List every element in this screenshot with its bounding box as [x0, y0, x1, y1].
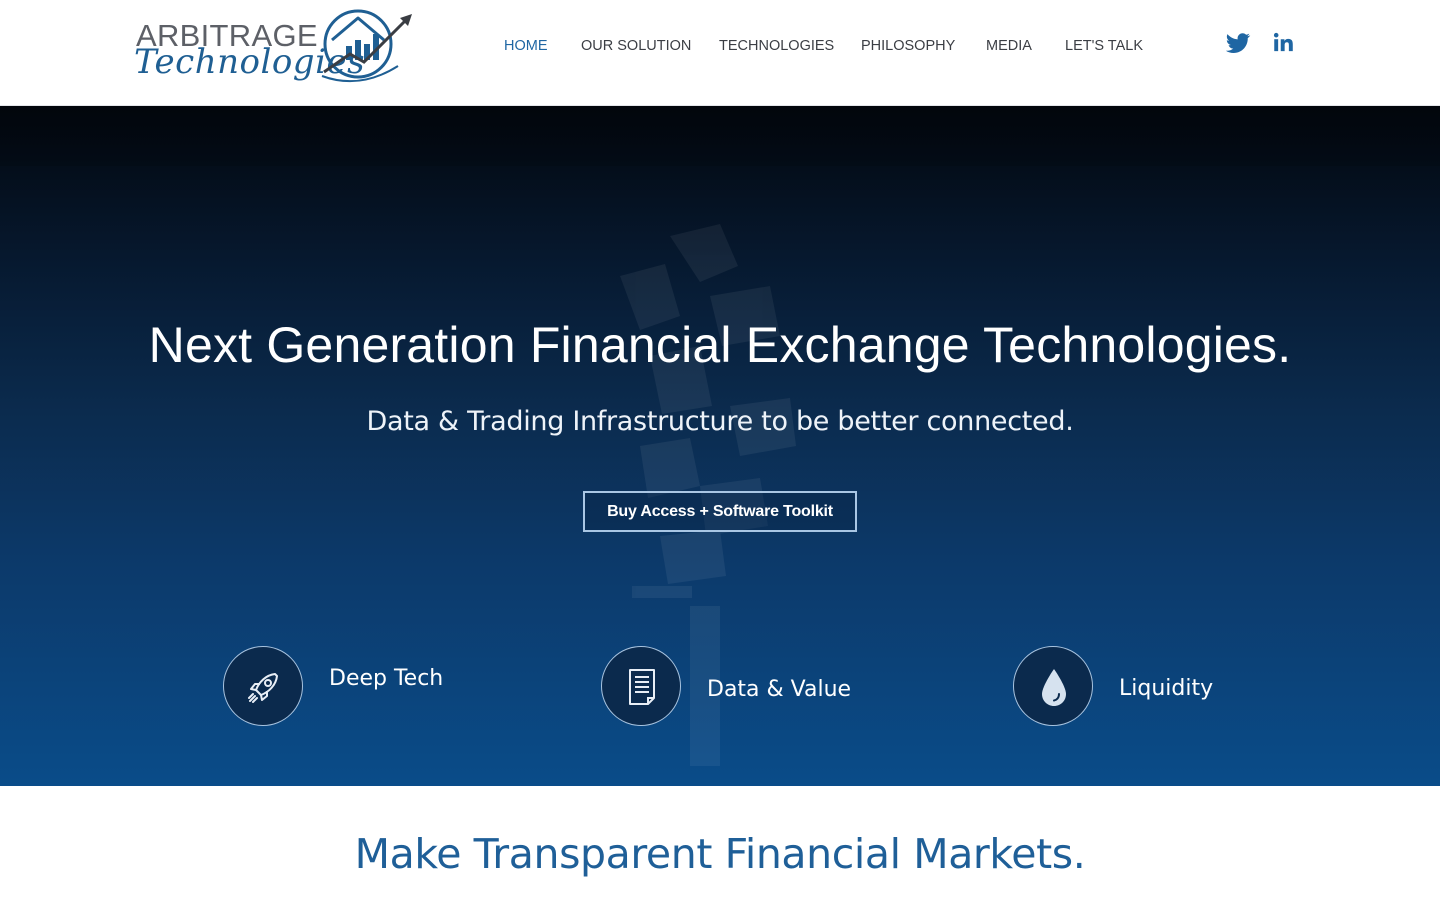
nav-technologies[interactable]: TECHNOLOGIES — [719, 38, 834, 54]
feature-label: Deep Tech — [329, 666, 444, 691]
section-title: Make Transparent Financial Markets. — [354, 830, 1086, 878]
nav-home[interactable]: HOME — [504, 38, 548, 54]
nav-our-solution[interactable]: OUR SOLUTION — [581, 38, 691, 54]
hero-subtitle: Data & Trading Infrastructure to be bett… — [366, 406, 1074, 437]
linkedin-icon[interactable] — [1271, 30, 1297, 56]
house-chart-arrow-icon — [321, 9, 412, 83]
buy-access-button[interactable]: Buy Access + Software Toolkit — [583, 491, 857, 532]
feature-deep-tech: Deep Tech — [223, 646, 483, 726]
feature-label: Liquidity — [1119, 676, 1214, 701]
hero-title: Next Generation Financial Exchange Techn… — [148, 317, 1292, 373]
rocket-icon — [248, 673, 278, 703]
hero-section: Next Generation Financial Exchange Techn… — [0, 106, 1440, 786]
feature-data-value: Data & Value — [601, 646, 861, 726]
nav-lets-talk[interactable]: LET'S TALK — [1065, 38, 1143, 54]
feature-icon-circle — [1013, 646, 1093, 726]
feature-icon-circle — [601, 646, 681, 726]
feature-label: Data & Value — [707, 677, 852, 702]
nav-philosophy[interactable]: PHILOSOPHY — [861, 38, 955, 54]
water-drop-icon — [1042, 669, 1066, 706]
feature-liquidity: Liquidity — [1013, 646, 1273, 726]
nav-media[interactable]: MEDIA — [986, 38, 1032, 54]
twitter-icon[interactable] — [1225, 30, 1251, 56]
brand-logo[interactable]: ARBITRAGE Technologies — [134, 6, 424, 98]
feature-icon-circle — [223, 646, 303, 726]
document-icon — [629, 669, 655, 705]
site-header: ARBITRAGE Technologies HOME OUR SOLUTION… — [0, 0, 1440, 106]
